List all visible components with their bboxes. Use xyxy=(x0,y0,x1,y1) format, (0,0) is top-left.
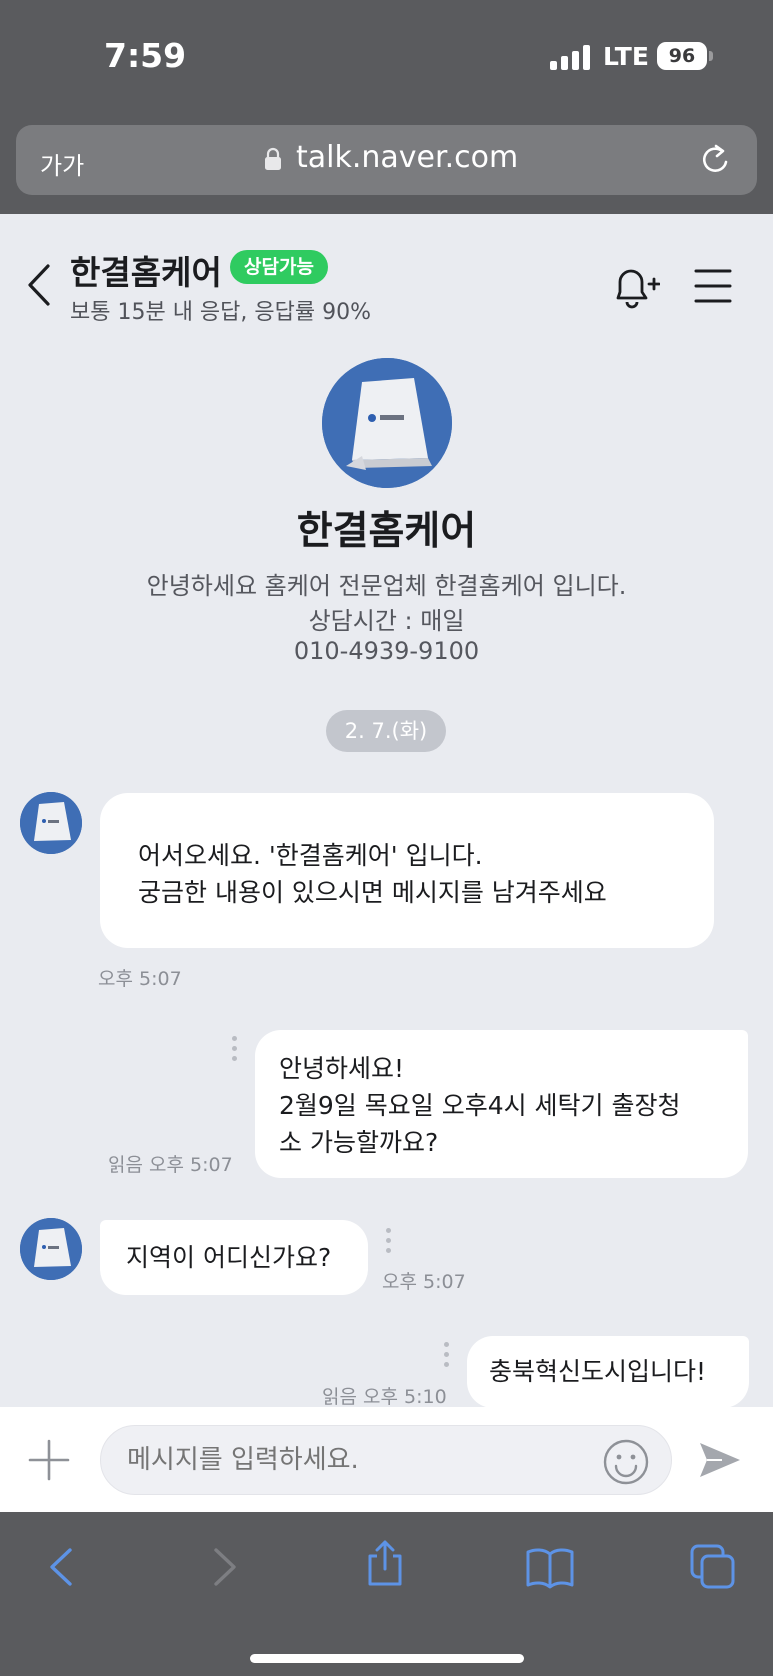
more-options-icon[interactable] xyxy=(386,1228,392,1256)
plus-icon[interactable] xyxy=(28,1439,70,1481)
message-time: 오후 5:10 xyxy=(363,1386,447,1408)
address-bar[interactable]: 가가 talk.naver.com xyxy=(16,125,757,195)
avatar[interactable] xyxy=(20,792,82,854)
lock-icon xyxy=(265,147,281,170)
message-time: 오후 5:07 xyxy=(98,968,182,990)
signboard-logo-image xyxy=(20,1218,82,1280)
message-composer xyxy=(0,1407,773,1512)
message-text: 궁금한 내용이 있으시면 메시지를 남겨주세요 xyxy=(138,878,607,907)
browser-top-chrome: 7:59 LTE 96 가가 talk.naver.com xyxy=(0,0,773,214)
message-meta: 읽음 오후 5:10 xyxy=(322,1382,447,1409)
read-receipt: 읽음 xyxy=(108,1154,143,1176)
browser-forward-icon[interactable] xyxy=(198,1542,248,1592)
signboard-logo-image xyxy=(20,792,82,854)
send-icon[interactable] xyxy=(698,1440,742,1480)
avatar[interactable] xyxy=(20,1218,82,1280)
response-info: 보통 15분 내 응답, 응답률 90% xyxy=(70,300,372,325)
message-input[interactable] xyxy=(100,1425,672,1495)
message-bubble-sent: 안녕하세요! 2월9일 목요일 오후4시 세탁기 출장청 소 가능할까요? xyxy=(255,1030,748,1178)
signboard-logo-image xyxy=(322,358,452,488)
home-indicator xyxy=(250,1654,524,1663)
message-text: 어서오세요. '한결홈케어' 입니다. xyxy=(138,841,483,870)
read-receipt: 읽음 xyxy=(322,1386,357,1408)
message-bubble-sent: 충북혁신도시입니다! xyxy=(467,1336,749,1408)
emoji-icon[interactable] xyxy=(603,1439,649,1485)
message-meta: 읽음 오후 5:07 xyxy=(108,1150,233,1177)
date-divider: 2. 7.(화) xyxy=(326,710,446,752)
message-text: 충북혁신도시입니다! xyxy=(489,1357,707,1386)
bell-plus-icon[interactable] xyxy=(610,262,660,310)
text-size-button[interactable]: 가가 xyxy=(40,146,84,181)
profile-avatar[interactable] xyxy=(322,358,452,488)
browser-back-icon[interactable] xyxy=(38,1542,88,1592)
back-chevron-icon[interactable] xyxy=(22,258,56,312)
message-time: 오후 5:07 xyxy=(149,1154,233,1176)
tabs-icon[interactable] xyxy=(688,1542,738,1592)
status-badge: 상담가능 xyxy=(230,250,328,284)
message-bubble-received: 지역이 어디신가요? xyxy=(100,1220,368,1295)
url-text[interactable]: talk.naver.com xyxy=(296,140,518,175)
profile-intro-line: 상담시간 : 매일 xyxy=(308,607,465,635)
signal-icon xyxy=(550,44,590,70)
reload-icon[interactable] xyxy=(698,142,734,178)
profile-intro-line: 안녕하세요 홈케어 전문업체 한결홈케어 입니다. xyxy=(146,572,627,600)
browser-toolbar xyxy=(0,1512,773,1676)
message-time: 오후 5:07 xyxy=(382,1271,466,1293)
network-type: LTE xyxy=(603,42,649,71)
message-text: 2월9일 목요일 오후4시 세탁기 출장청 xyxy=(279,1091,681,1120)
message-text: 지역이 어디신가요? xyxy=(126,1243,332,1272)
menu-icon[interactable] xyxy=(694,266,732,306)
more-options-icon[interactable] xyxy=(232,1036,238,1064)
message-bubble-received: 어서오세요. '한결홈케어' 입니다. 궁금한 내용이 있으시면 메시지를 남겨… xyxy=(100,793,714,948)
message-text: 안녕하세요! xyxy=(279,1054,405,1083)
profile-name: 한결홈케어 xyxy=(296,509,477,554)
profile-phone: 010-4939-9100 xyxy=(293,637,480,665)
bookmarks-icon[interactable] xyxy=(525,1542,575,1592)
header-store-name: 한결홈케어 xyxy=(70,253,222,292)
battery-tip xyxy=(709,51,713,61)
share-icon[interactable] xyxy=(360,1538,410,1588)
status-time: 7:59 xyxy=(104,36,187,75)
battery-icon: 96 xyxy=(657,42,707,70)
message-text: 소 가능할까요? xyxy=(279,1128,439,1157)
more-options-icon[interactable] xyxy=(444,1342,450,1370)
